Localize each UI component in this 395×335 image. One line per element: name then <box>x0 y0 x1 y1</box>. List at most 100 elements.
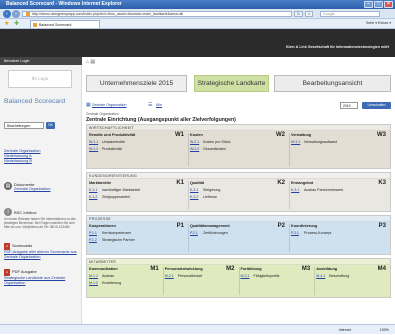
goal-header[interactable]: Ausbildung M4 <box>314 265 390 273</box>
view-select[interactable]: Bearbeitungen <box>4 122 44 129</box>
goal-header[interactable]: Erstangebot K3 <box>289 179 390 187</box>
login-link[interactable]: Benutzer Login <box>0 57 82 65</box>
goal-header[interactable]: Kosten W2 <box>188 131 289 139</box>
goal-item: W.1.1 Umsatzrendite <box>87 139 188 146</box>
goal-item: M.2.1 Personalbedarf <box>163 273 239 280</box>
goal-item-link[interactable]: P.2.1 <box>190 230 203 237</box>
goal-item-link[interactable]: K.3.1 <box>291 187 304 194</box>
stop-button[interactable]: × <box>305 11 314 17</box>
goal-title: Kommunikation <box>89 267 118 271</box>
favorites-star-icon[interactable]: ★ <box>4 21 9 27</box>
goal-header[interactable]: Qualitätsmanagement P2 <box>188 222 289 230</box>
ok-button[interactable]: OK <box>46 122 55 129</box>
column-divider <box>188 133 189 166</box>
tab-label: Balanced Scorecard <box>39 23 72 27</box>
strategy-map-pdf-link[interactable]: Strategische Landkarte aus Zentrale Orga… <box>4 276 80 286</box>
goal-item-link[interactable]: P.3.1 <box>291 230 304 237</box>
print-icon[interactable]: ▤ <box>90 59 95 65</box>
goal-title: Fortbildung <box>240 267 262 271</box>
goal-item-link[interactable]: W.2.2 <box>190 146 203 153</box>
tab-bar: ★ ✚ Balanced Scorecard Seite ▾ Extras ▾ <box>0 19 395 29</box>
column-divider <box>314 267 316 295</box>
org-tree-icon: ▦ <box>86 102 91 108</box>
goal-header[interactable]: Kommunikation M1 <box>87 265 163 273</box>
goal-item-link[interactable]: K.2.1 <box>190 187 203 194</box>
goal-header[interactable]: Qualität K2 <box>188 179 289 187</box>
goal-item-label: Kernkompetenzen <box>102 231 132 235</box>
goal-item-link[interactable]: K.1.1 <box>89 187 102 194</box>
goals-button[interactable]: Unternehmensziele 2015 <box>86 75 187 92</box>
window-title: Balanced Scorecard - Windows Internet Ex… <box>6 1 122 7</box>
goal-header[interactable]: Rendite und Produktivität W1 <box>87 131 188 139</box>
status-bar: Internet 100% <box>0 324 395 334</box>
pdf-block: A PDF Ausgabe Strategische Landkarte aus… <box>4 269 80 286</box>
command-bar[interactable]: Seite ▾ Extras ▾ <box>366 21 391 25</box>
goal-item-link[interactable]: K.2.2 <box>190 194 203 201</box>
goal-code: P3 <box>378 223 386 229</box>
goal-header[interactable]: Koordinierung P3 <box>289 222 390 230</box>
goal-item-link[interactable]: W.2.1 <box>190 139 203 146</box>
goal-title: Marktanteile <box>89 181 112 185</box>
goal-item-link[interactable]: P.1.1 <box>89 230 102 237</box>
goal-item: K.1.2 Zielgruppenanteil <box>87 194 188 201</box>
documents-link[interactable]: Zentrale Organisation <box>14 187 51 192</box>
strategy-map-button[interactable]: Strategische Landkarte <box>194 75 269 92</box>
goal-item-label: Gesamtkosten <box>203 147 227 151</box>
refresh-button[interactable]: ↻ <box>294 11 304 17</box>
goal-title: Qualität <box>190 181 205 185</box>
close-icon[interactable]: × <box>384 1 393 8</box>
goal-item-link[interactable]: M.2.1 <box>165 273 178 280</box>
goal-item-label: Produktivität <box>102 147 122 151</box>
goal-code: K1 <box>176 180 184 186</box>
search-input[interactable]: Google <box>320 11 380 17</box>
tab-balanced-scorecard[interactable]: Balanced Scorecard <box>30 20 100 28</box>
forward-icon[interactable]: › <box>12 10 20 18</box>
page-icon <box>26 12 30 16</box>
goal-item-link[interactable]: M.1.2 <box>89 280 102 287</box>
info-icon: i <box>4 208 12 216</box>
back-icon[interactable]: ‹ <box>3 10 11 18</box>
apply-button[interactable]: Umschalten <box>362 102 391 109</box>
goal-item-link[interactable]: M.1.1 <box>89 273 102 280</box>
goal-item-label: nachhaltiger Marktanteil <box>102 188 141 192</box>
goal-header[interactable]: Verwaltung W3 <box>289 131 390 139</box>
goal-header[interactable]: Fortbildung M3 <box>239 265 315 273</box>
goal-item-link[interactable]: W.1.1 <box>89 139 102 146</box>
goal-item-link[interactable]: P.1.2 <box>89 237 102 244</box>
perspective-mitarbeiter: MITARBEITER Kommunikation M1 M.1.1 Ausbau M.1… <box>86 258 391 298</box>
scorecards-pdf-icon: A <box>4 243 10 250</box>
scorecards-pdf-link[interactable]: PDF-Ausgabe aller aktiven Scorecards aus… <box>4 250 80 260</box>
org-link-niederlassung-b[interactable]: Niederlassung B <box>4 159 80 164</box>
column-divider <box>289 224 290 252</box>
toolbar-icons: ⌂ ▤ <box>86 59 95 65</box>
goal-column-m2: Personalentwicklung M2 M.2.1 Personalbedarf <box>163 265 239 297</box>
goal-code: W1 <box>175 132 184 138</box>
goal-item: W.2.2 Gesamtkosten <box>188 146 289 153</box>
home-icon[interactable]: ⌂ <box>86 59 89 65</box>
url-field[interactable]: http://demo.designerquapp.com/index.php/… <box>22 11 292 17</box>
goal-item-label: Ausbau Partnernetzwerk <box>304 188 344 192</box>
year-select[interactable]: 2015 <box>340 102 358 109</box>
view-select-row: Bearbeitungen OK <box>4 122 78 129</box>
goal-header[interactable]: Marktanteile K1 <box>87 179 188 187</box>
subnav-all-link[interactable]: Alle <box>156 103 162 107</box>
goal-item-link[interactable]: M.3.1 <box>241 273 254 280</box>
maximize-icon[interactable]: □ <box>374 1 383 8</box>
goal-header[interactable]: Kooperationen P1 <box>87 222 188 230</box>
add-favorite-icon[interactable]: ✚ <box>14 21 19 27</box>
goal-item-link[interactable]: M.4.1 <box>316 273 329 280</box>
goal-item-link[interactable]: W.3.1 <box>291 139 304 146</box>
column-divider <box>289 181 290 209</box>
goal-column-p1: Kooperationen P1 P.1.1 Kernkompetenzen P.1.2… <box>87 222 188 254</box>
goal-item-link[interactable]: W.1.2 <box>89 146 102 153</box>
subnav-org-link[interactable]: Zentrale Organisation <box>92 103 127 107</box>
minimize-icon[interactable]: – <box>364 1 373 8</box>
goal-header[interactable]: Personalentwicklung M2 <box>163 265 239 273</box>
goal-code: M2 <box>226 266 235 272</box>
goal-item-link[interactable]: K.1.2 <box>89 194 102 201</box>
goal-title: Erstangebot <box>291 181 314 185</box>
perspective-wirtschaftlichkeit: WIRTSCHAFTLICHKEIT Rendite und Produktivi… <box>86 124 391 169</box>
goal-item: K.1.1 nachhaltiger Marktanteil <box>87 187 188 194</box>
edit-view-button[interactable]: Bearbeitungsansicht <box>274 75 391 92</box>
url-text: http://demo.designerquapp.com/index.php/… <box>32 12 184 16</box>
